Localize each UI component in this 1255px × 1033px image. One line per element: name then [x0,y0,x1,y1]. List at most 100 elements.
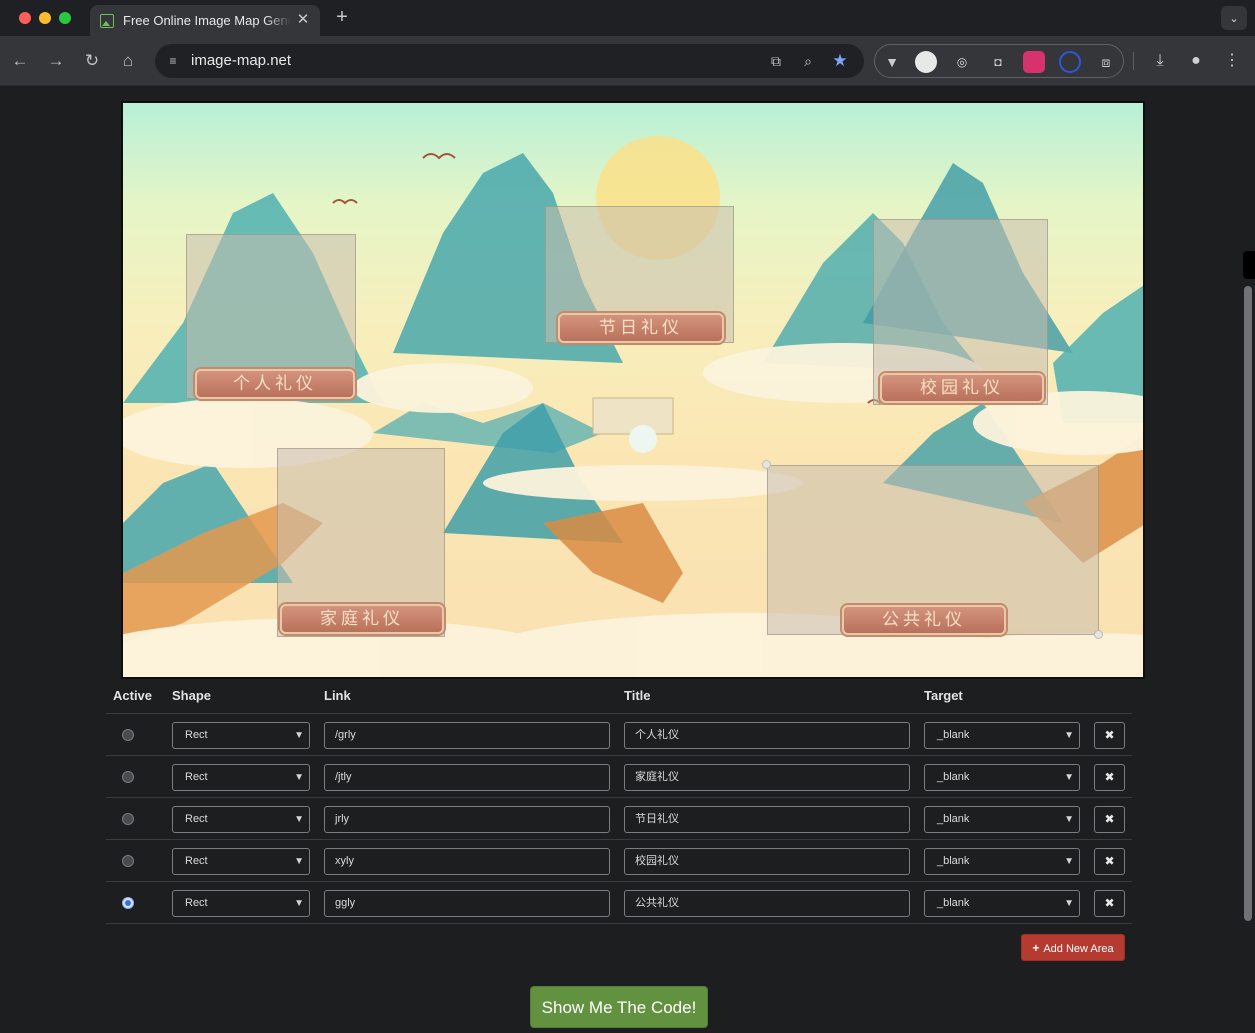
target-value: _blank [937,729,970,741]
shield-extension-icon[interactable] [915,51,937,73]
site-settings-icon[interactable]: ≡ [165,53,181,69]
area-label: 家庭礼仪 [280,604,444,634]
chevron-down-icon: ▼ [1064,814,1074,825]
delete-area-button[interactable]: ✖ [1094,764,1125,791]
area-label: 校园礼仪 [880,373,1044,403]
menu-icon[interactable]: ⋮ [1221,50,1243,72]
maximize-window-button[interactable] [59,12,71,24]
title-input[interactable]: 公共礼仪 [624,890,910,917]
shape-value: Rect [185,897,208,909]
title-input[interactable]: 校园礼仪 [624,848,910,875]
shape-select[interactable]: Rect ▼ [172,848,310,875]
shape-value: Rect [185,771,208,783]
close-window-button[interactable] [19,12,31,24]
back-icon[interactable]: ← [9,50,31,72]
home-icon[interactable]: ⌂ [117,50,139,72]
delete-area-button[interactable]: ✖ [1094,848,1125,875]
link-input[interactable]: xyly [324,848,610,875]
chevron-down-icon: ▼ [1064,730,1074,741]
chevron-down-icon: ▼ [294,772,304,783]
tab-title: Free Online Image Map Generator [123,13,291,28]
title-input[interactable]: 家庭礼仪 [624,764,910,791]
area-overlay-3[interactable]: 校园礼仪 [873,219,1048,405]
shape-select[interactable]: Rect ▼ [172,764,310,791]
camera-extension-icon[interactable]: ◘ [987,51,1009,73]
link-input[interactable]: /grly [324,722,610,749]
minimize-window-button[interactable] [39,12,51,24]
forward-icon[interactable]: → [45,50,67,72]
glasses-extension-icon[interactable]: ◎ [951,51,973,73]
active-radio[interactable] [122,897,134,909]
shape-select[interactable]: Rect ▼ [172,890,310,917]
delete-area-button[interactable]: ✖ [1094,722,1125,749]
profile-icon[interactable]: ● [1185,50,1207,72]
title-input[interactable]: 个人礼仪 [624,722,910,749]
area-overlay-1[interactable]: 个人礼仪 [186,234,356,399]
browser-tab[interactable]: Free Online Image Map Generator ✕ [90,5,320,36]
shape-value: Rect [185,813,208,825]
target-select[interactable]: _blank ▼ [924,764,1080,791]
vertical-scrollbar[interactable] [1244,286,1252,921]
url-text[interactable]: image-map.net [191,52,291,69]
target-select[interactable]: _blank ▼ [924,722,1080,749]
add-new-area-label: Add New Area [1043,943,1114,955]
header-link: Link [324,688,351,703]
show-code-button[interactable]: Show Me The Code! [530,986,708,1028]
add-new-area-button[interactable]: + Add New Area [1021,934,1125,961]
active-radio[interactable] [122,855,134,867]
table-row: Rect ▼ jrly 节日礼仪 _blank ▼ ✖ [106,798,1132,840]
target-select[interactable]: _blank ▼ [924,890,1080,917]
chevron-down-icon: ▼ [294,898,304,909]
area-overlay-5[interactable]: 公共礼仪 [767,465,1099,635]
tab-search-icon[interactable]: ⌄ [1221,6,1247,30]
chevron-down-icon: ▼ [294,730,304,741]
scroll-stub [1243,251,1255,279]
shape-select[interactable]: Rect ▼ [172,806,310,833]
link-input[interactable]: ggly [324,890,610,917]
zoom-icon[interactable]: ⌕ [799,52,817,70]
target-value: _blank [937,897,970,909]
areas-table: Active Shape Link Title Target Rect ▼ /gr… [106,682,1132,924]
target-value: _blank [937,771,970,783]
resize-handle-top-left[interactable] [762,460,771,469]
target-select[interactable]: _blank ▼ [924,806,1080,833]
reload-icon[interactable]: ↻ [81,50,103,72]
delete-area-button[interactable]: ✖ [1094,806,1125,833]
download-icon[interactable]: ⤓ [1149,50,1171,72]
tab-bar: Free Online Image Map Generator ✕ + ⌄ [0,0,1255,36]
blue-ring-extension-icon[interactable] [1059,51,1081,73]
address-bar[interactable]: ≡ image-map.net ⧉ ⌕ ★ [155,44,864,78]
delete-area-button[interactable]: ✖ [1094,890,1125,917]
area-overlay-2[interactable]: 节日礼仪 [545,206,734,343]
image-map-canvas[interactable]: 个人礼仪 节日礼仪 校园礼仪 家庭礼仪 公共礼仪 [121,101,1145,679]
resize-handle-bottom-right[interactable] [1094,630,1103,639]
chevron-down-icon: ▼ [294,856,304,867]
target-select[interactable]: _blank ▼ [924,848,1080,875]
tab-close-icon[interactable]: ✕ [294,11,312,29]
area-overlay-4[interactable]: 家庭礼仪 [277,448,445,637]
pink-extension-icon[interactable] [1023,51,1045,73]
header-target: Target [924,688,963,703]
bookmark-star-icon[interactable]: ★ [831,52,849,70]
active-radio[interactable] [122,771,134,783]
image-favicon-icon [100,13,114,28]
link-input[interactable]: jrly [324,806,610,833]
shape-value: Rect [185,729,208,741]
table-row: Rect ▼ /jtly 家庭礼仪 _blank ▼ ✖ [106,756,1132,798]
title-input[interactable]: 节日礼仪 [624,806,910,833]
active-radio[interactable] [122,813,134,825]
header-shape: Shape [172,688,212,703]
new-tab-button[interactable]: + [333,6,351,29]
table-row: Rect ▼ xyly 校园礼仪 _blank ▼ ✖ [106,840,1132,882]
active-radio[interactable] [122,729,134,741]
shape-select[interactable]: Rect ▼ [172,722,310,749]
chevron-down-icon: ▼ [1064,898,1074,909]
puzzle-icon[interactable]: ⧈ [1095,51,1117,73]
browser-toolbar: ← → ↻ ⌂ ≡ image-map.net ⧉ ⌕ ★ ▼ ◎ ◘ ⧈ ⤓ … [0,36,1255,86]
header-title: Title [624,688,651,703]
area-label: 节日礼仪 [558,313,724,343]
link-input[interactable]: /jtly [324,764,610,791]
translate-icon[interactable]: ⧉ [767,52,785,70]
chevron-down-icon: ▼ [1064,772,1074,783]
vuejs-extension-icon[interactable]: ▼ [881,51,903,73]
